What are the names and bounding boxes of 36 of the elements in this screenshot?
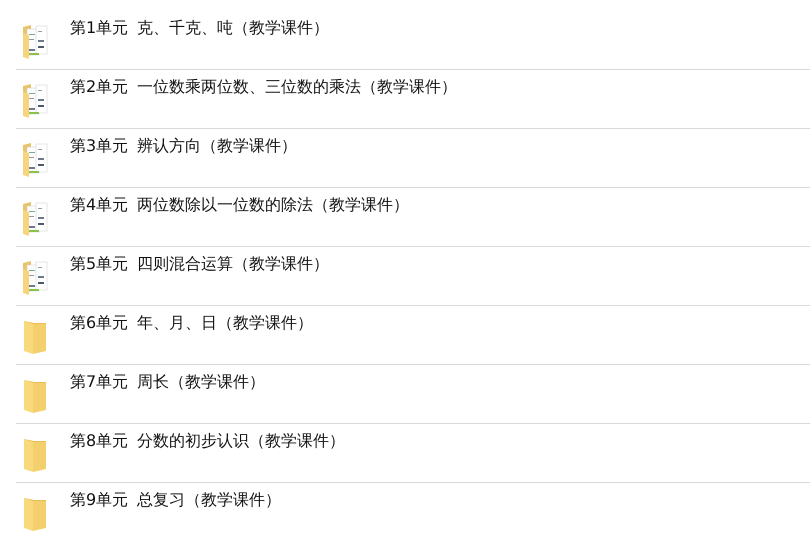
folder-title: 分数的初步认识（教学课件） (137, 431, 346, 452)
folder-icon (21, 318, 49, 354)
unit-label: 第5单元 (70, 254, 128, 275)
unit-label: 第8单元 (70, 431, 128, 452)
document-folder-icon (21, 141, 49, 177)
folder-title: 四则混合运算（教学课件） (137, 254, 330, 275)
folder-item[interactable]: 第7单元 周长（教学课件） (16, 365, 810, 424)
unit-label: 第3单元 (70, 136, 128, 157)
folder-title: 两位数除以一位数的除法（教学课件） (137, 195, 410, 216)
unit-label: 第7单元 (70, 372, 128, 393)
document-folder-icon (21, 200, 49, 236)
folder-item[interactable]: 第9单元 总复习（教学课件） (16, 483, 810, 541)
folder-item[interactable]: 第2单元 一位数乘两位数、三位数的乘法（教学课件） (16, 70, 810, 129)
folder-title: 克、千克、吨（教学课件） (137, 18, 330, 39)
unit-label: 第2单元 (70, 77, 128, 98)
unit-label: 第9单元 (70, 490, 128, 511)
folder-title: 一位数乘两位数、三位数的乘法（教学课件） (137, 77, 458, 98)
folder-title: 周长（教学课件） (137, 372, 266, 393)
folder-title: 辨认方向（教学课件） (137, 136, 298, 157)
unit-label: 第1单元 (70, 18, 128, 39)
folder-icon (21, 495, 49, 531)
unit-label: 第4单元 (70, 195, 128, 216)
document-folder-icon (21, 23, 49, 59)
folder-icon (21, 377, 49, 413)
document-folder-icon (21, 259, 49, 295)
document-folder-icon (21, 82, 49, 118)
folder-title: 年、月、日（教学课件） (137, 313, 314, 334)
folder-item[interactable]: 第3单元 辨认方向（教学课件） (16, 129, 810, 188)
folder-item[interactable]: 第5单元 四则混合运算（教学课件） (16, 247, 810, 306)
folder-item[interactable]: 第1单元 克、千克、吨（教学课件） (16, 11, 810, 70)
folder-item[interactable]: 第8单元 分数的初步认识（教学课件） (16, 424, 810, 483)
folder-title: 总复习（教学课件） (137, 490, 282, 511)
folder-item[interactable]: 第6单元 年、月、日（教学课件） (16, 306, 810, 365)
folder-icon (21, 436, 49, 472)
folder-item[interactable]: 第4单元 两位数除以一位数的除法（教学课件） (16, 188, 810, 247)
unit-label: 第6单元 (70, 313, 128, 334)
